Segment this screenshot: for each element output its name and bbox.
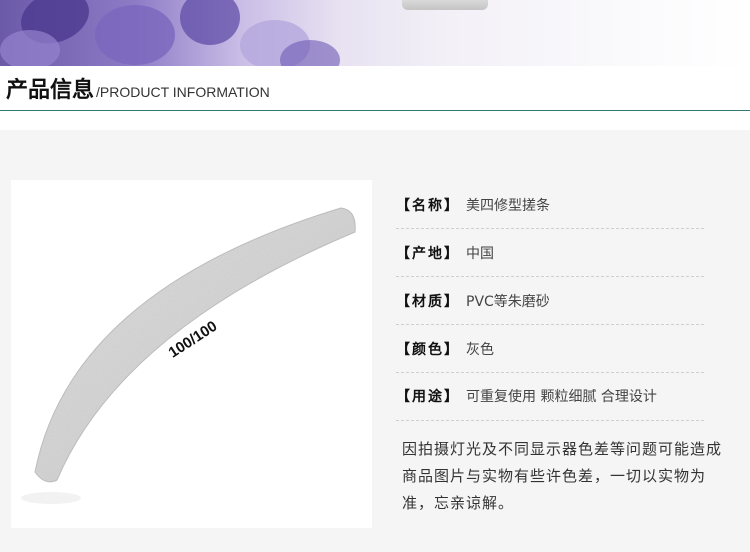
flower-petal [95,5,175,65]
nail-file-graphic: 100/100 [21,207,356,504]
spec-value: 中国 [466,246,494,262]
spec-label: 【材质】 [396,294,460,310]
spec-label: 【用途】 [396,389,460,405]
spec-value: 可重复使用 颗粒细腻 合理设计 [466,389,657,405]
spec-value: 美四修型搓条 [466,198,550,214]
flower-petal [180,0,240,45]
section-title-en: /PRODUCT INFORMATION [96,84,270,100]
spec-row-usage: 【用途】 可重复使用 颗粒细腻 合理设计 [396,381,704,411]
spec-row-material: 【材质】 PVC等朱磨砂 [396,286,704,316]
banner-nail-file-image [402,0,488,10]
spec-label: 【产地】 [396,246,460,262]
color-disclaimer: 因拍摄灯光及不同显示器色差等问题可能造成商品图片与实物有些许色差，一切以实物为准… [402,440,723,512]
spec-label: 【颜色】 [396,342,460,358]
spec-divider [396,372,704,373]
spec-divider [396,228,704,229]
spec-row-color: 【颜色】 灰色 [396,334,704,364]
spec-row-origin: 【产地】 中国 [396,238,704,268]
spec-label: 【名称】 [396,198,460,214]
spec-divider [396,276,704,277]
top-banner [0,0,750,66]
product-info-panel: 100/100 【名称】 美四修型搓条 【产地】 中国 【材质】 PVC等朱磨砂… [0,130,750,552]
product-image: 100/100 [11,180,372,528]
section-title-cn: 产品信息 [6,77,95,103]
spec-value: PVC等朱磨砂 [466,294,550,310]
spec-row-name: 【名称】 美四修型搓条 [396,190,704,220]
spec-divider [396,324,704,325]
flower-petal [0,30,60,66]
spec-value: 灰色 [466,342,494,358]
section-header: 产品信息 /PRODUCT INFORMATION [6,72,270,108]
header-divider [0,110,750,111]
spec-divider [396,420,704,421]
